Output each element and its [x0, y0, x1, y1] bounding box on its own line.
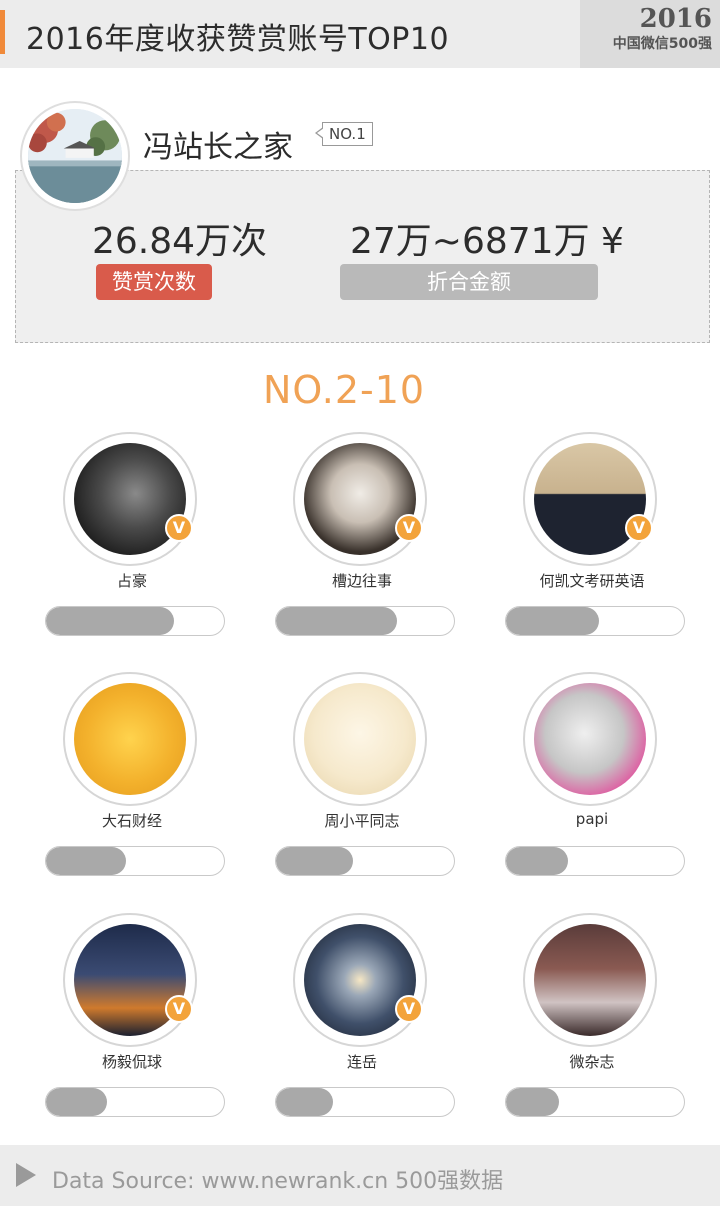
ranking-item[interactable]: 大石财经	[35, 672, 235, 892]
verified-badge-icon: V	[625, 514, 653, 542]
reward-progress-bar	[505, 606, 685, 636]
account-name[interactable]: 大石财经	[35, 810, 229, 831]
rank-tag: NO.1	[315, 122, 373, 146]
top-account-avatar-image	[28, 109, 122, 203]
reward-progress-fill	[506, 847, 569, 875]
reward-progress-fill	[46, 847, 127, 875]
account-name[interactable]: 连岳	[265, 1051, 459, 1072]
reward-progress-fill	[276, 1088, 333, 1116]
account-avatar[interactable]	[293, 913, 427, 1047]
verified-badge-icon: V	[165, 514, 193, 542]
play-icon	[16, 1163, 36, 1187]
reward-progress-bar	[275, 1087, 455, 1117]
reward-progress-bar	[275, 606, 455, 636]
account-avatar[interactable]	[523, 432, 657, 566]
reward-progress-bar	[275, 846, 455, 876]
account-avatar[interactable]	[523, 672, 657, 806]
brand-badge-year: 2016	[639, 4, 712, 34]
ranking-item[interactable]: V 杨毅侃球	[35, 913, 235, 1133]
account-avatar[interactable]	[293, 432, 427, 566]
account-avatar[interactable]	[523, 913, 657, 1047]
account-name[interactable]: 占豪	[35, 570, 229, 591]
account-avatar-image	[304, 683, 416, 795]
ranking-item[interactable]: V 槽边往事	[265, 432, 465, 652]
reward-progress-fill	[46, 1088, 107, 1116]
reward-amount-value: 27万~6871万 ¥	[350, 221, 624, 262]
ranking-item[interactable]: V 连岳	[265, 913, 465, 1133]
account-name[interactable]: 何凯文考研英语	[495, 570, 689, 591]
data-source-text: Data Source: www.newrank.cn 500强数据	[52, 1169, 504, 1194]
reward-progress-fill	[46, 607, 175, 635]
reward-progress-bar	[505, 1087, 685, 1117]
account-avatar[interactable]	[63, 432, 197, 566]
account-avatar-image	[74, 683, 186, 795]
ranking-item[interactable]: V 何凯文考研英语	[495, 432, 695, 652]
account-name[interactable]: 周小平同志	[265, 810, 459, 831]
landscape-photo-icon	[28, 109, 122, 203]
reward-progress-fill	[506, 607, 599, 635]
brand-badge: 2016 中国微信500强	[580, 0, 720, 68]
ranking-item[interactable]: 周小平同志	[265, 672, 465, 892]
account-name[interactable]: 杨毅侃球	[35, 1051, 229, 1072]
account-avatar[interactable]	[63, 913, 197, 1047]
top-account-name[interactable]: 冯站长之家	[143, 122, 293, 166]
ranking-item[interactable]: 微杂志	[495, 913, 695, 1133]
account-avatar-image	[534, 924, 646, 1036]
ranking-item[interactable]: papi	[495, 672, 695, 892]
reward-progress-fill	[276, 607, 398, 635]
verified-badge-icon: V	[165, 995, 193, 1023]
top-account-avatar[interactable]	[20, 101, 130, 211]
ranking-item[interactable]: V 占豪	[35, 432, 235, 652]
reward-progress-fill	[506, 1088, 560, 1116]
brand-badge-subtitle: 中国微信500强	[612, 36, 712, 52]
page-title: 2016年度收获赞赏账号TOP10	[26, 22, 450, 57]
page-footer: Data Source: www.newrank.cn 500强数据	[0, 1145, 720, 1206]
account-name[interactable]: 槽边往事	[265, 570, 459, 591]
reward-progress-bar	[505, 846, 685, 876]
account-avatar-image	[534, 683, 646, 795]
reward-progress-fill	[276, 847, 353, 875]
reward-progress-bar	[45, 1087, 225, 1117]
section-title: NO.2-10	[262, 368, 426, 412]
reward-progress-bar	[45, 846, 225, 876]
verified-badge-icon: V	[395, 514, 423, 542]
account-name[interactable]: 微杂志	[495, 1051, 689, 1072]
header-accent-bar	[0, 10, 5, 54]
account-avatar[interactable]	[293, 672, 427, 806]
verified-badge-icon: V	[395, 995, 423, 1023]
account-name[interactable]: papi	[495, 810, 689, 828]
reward-count-value: 26.84万次	[92, 221, 268, 262]
reward-amount-label: 折合金额	[340, 264, 598, 300]
account-avatar[interactable]	[63, 672, 197, 806]
reward-progress-bar	[45, 606, 225, 636]
reward-count-label: 赞赏次数	[96, 264, 212, 300]
page-header: 2016年度收获赞赏账号TOP10 2016 中国微信500强	[0, 0, 720, 68]
